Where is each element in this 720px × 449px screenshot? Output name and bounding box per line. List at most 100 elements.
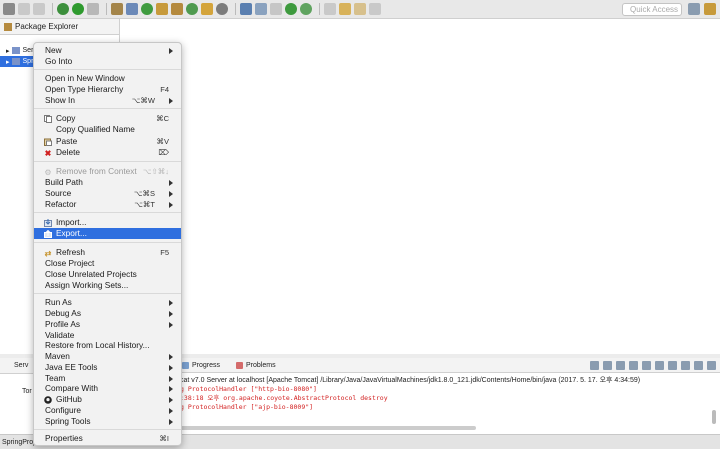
menu-item-debug-as[interactable]: Debug As: [34, 308, 181, 319]
menu-item-github[interactable]: GitHub: [34, 394, 181, 405]
tab-problems[interactable]: Problems: [236, 361, 276, 369]
menu-item-label: New: [45, 45, 62, 55]
expand-arrow-icon[interactable]: ▸: [6, 58, 10, 66]
menu-item-refactor[interactable]: Refactor ⌥⌘T: [34, 199, 181, 210]
new-icon[interactable]: [3, 3, 15, 15]
console-line: g ProtocolHandler ["ajp-bio-8009"]: [180, 403, 314, 411]
debug-icon[interactable]: [57, 3, 69, 15]
external-tools-icon[interactable]: [111, 3, 123, 15]
toolbar-separator: [235, 3, 236, 15]
menu-item-go-into[interactable]: Go Into: [34, 56, 181, 67]
menu-item-new[interactable]: New: [34, 45, 181, 56]
annotation-icon[interactable]: [270, 3, 282, 15]
menu-item-profile-as[interactable]: Profile As: [34, 319, 181, 330]
submenu-arrow-icon: [169, 354, 173, 360]
toggle-mark-icon[interactable]: [255, 3, 267, 15]
menu-item-refresh[interactable]: ⇄ Refresh F5: [34, 247, 181, 258]
menu-item-label: Show In: [45, 95, 75, 105]
open-console-icon[interactable]: [681, 361, 690, 370]
tab-progress[interactable]: Progress: [182, 361, 220, 369]
word-wrap-icon[interactable]: [642, 361, 651, 370]
menu-item-export[interactable]: Export...: [34, 228, 181, 239]
java-ee-perspective-icon[interactable]: [704, 3, 716, 15]
menu-item-spring-tools[interactable]: Spring Tools: [34, 416, 181, 427]
menu-item-label: Profile As: [45, 319, 81, 329]
web-browser-icon[interactable]: [240, 3, 252, 15]
menu-item-label: Spring Tools: [45, 416, 91, 426]
display-console-icon[interactable]: [668, 361, 677, 370]
run-server-icon[interactable]: [141, 3, 153, 15]
menu-item-show-in[interactable]: Show In ⌥⌘W: [34, 95, 181, 106]
toolbar-separator: [106, 3, 107, 15]
remove-launch-icon[interactable]: [603, 361, 612, 370]
menu-shortcut: F4: [160, 85, 169, 94]
run-icon[interactable]: [72, 3, 84, 15]
open-type-icon[interactable]: [201, 3, 213, 15]
save-all-icon[interactable]: [33, 3, 45, 15]
last-edit-icon[interactable]: [339, 3, 351, 15]
console-vertical-scrollbar[interactable]: [712, 410, 716, 424]
menu-item-open-in-new-window[interactable]: Open in New Window: [34, 73, 181, 84]
menu-item-build-path[interactable]: Build Path: [34, 177, 181, 188]
menu-item-copy-qualified-name[interactable]: Copy Qualified Name: [34, 124, 181, 135]
clear-console-icon[interactable]: [616, 361, 625, 370]
menu-item-properties[interactable]: Properties ⌘I: [34, 433, 181, 444]
menu-shortcut: F5: [160, 248, 169, 257]
minimize-icon[interactable]: [694, 361, 703, 370]
menu-item-label: Refactor: [45, 199, 77, 209]
new-class-icon[interactable]: [186, 3, 198, 15]
menu-item-configure[interactable]: Configure: [34, 405, 181, 416]
submenu-arrow-icon: [169, 98, 173, 104]
expand-arrow-icon[interactable]: ▸: [6, 47, 10, 55]
menu-item-paste[interactable]: Paste ⌘V: [34, 136, 181, 147]
new-package-icon[interactable]: [171, 3, 183, 15]
save-icon[interactable]: [18, 3, 30, 15]
back-icon[interactable]: [354, 3, 366, 15]
menu-item-label: Copy Qualified Name: [56, 124, 135, 134]
maximize-icon[interactable]: [707, 361, 716, 370]
menu-item-copy[interactable]: Copy ⌘C: [34, 113, 181, 124]
search-icon[interactable]: [216, 3, 228, 15]
menu-separator: [34, 293, 181, 294]
menu-item-assign-working-sets[interactable]: Assign Working Sets...: [34, 280, 181, 291]
menu-item-java-ee-tools[interactable]: Java EE Tools: [34, 362, 181, 373]
package-explorer-icon: [4, 22, 12, 31]
console-line: :38:18 오후 org.apache.coyote.AbstractProt…: [180, 394, 388, 402]
paste-icon: [44, 138, 52, 146]
export-icon: [44, 230, 52, 238]
console-toolbar: [586, 361, 716, 370]
toolbar-separator: [52, 3, 53, 15]
menu-item-maven[interactable]: Maven: [34, 351, 181, 362]
submenu-arrow-icon: [169, 408, 173, 414]
menu-item-label: Assign Working Sets...: [45, 280, 129, 290]
menu-item-close-unrelated-projects[interactable]: Close Unrelated Projects: [34, 269, 181, 280]
server-icon[interactable]: [126, 3, 138, 15]
menu-item-label: Remove from Context: [56, 166, 137, 176]
forward-icon[interactable]: [369, 3, 381, 15]
new-java-project-icon[interactable]: [156, 3, 168, 15]
menu-item-open-type-hierarchy[interactable]: Open Type Hierarchy F4: [34, 84, 181, 95]
next-annotation-icon[interactable]: [324, 3, 336, 15]
menu-item-run-as[interactable]: Run As: [34, 297, 181, 308]
menu-item-close-project[interactable]: Close Project: [34, 258, 181, 269]
menu-item-label: GitHub: [56, 394, 82, 404]
stop-icon[interactable]: [87, 3, 99, 15]
menu-item-import[interactable]: Import...: [34, 217, 181, 228]
menu-separator: [34, 69, 181, 70]
perspective-open-icon[interactable]: [688, 3, 700, 15]
menu-item-restore-from-local-history[interactable]: Restore from Local History...: [34, 340, 181, 351]
quick-access-input[interactable]: Quick Access: [622, 3, 682, 16]
menu-item-delete[interactable]: ✖ Delete ⌦: [34, 147, 181, 158]
package-explorer-tab[interactable]: Package Explorer: [0, 19, 119, 35]
menu-item-source[interactable]: Source ⌥⌘S: [34, 188, 181, 199]
menu-item-compare-with[interactable]: Compare With: [34, 383, 181, 394]
spring-icon[interactable]: [285, 3, 297, 15]
scroll-lock-icon[interactable]: [629, 361, 638, 370]
boot-dashboard-icon[interactable]: [300, 3, 312, 15]
menu-item-label: Open Type Hierarchy: [45, 84, 124, 94]
menu-shortcut: ⌘I: [159, 434, 169, 443]
pin-console-icon[interactable]: [655, 361, 664, 370]
menu-item-label: Configure: [45, 405, 81, 415]
terminate-icon[interactable]: [590, 361, 599, 370]
menu-separator: [34, 161, 181, 162]
